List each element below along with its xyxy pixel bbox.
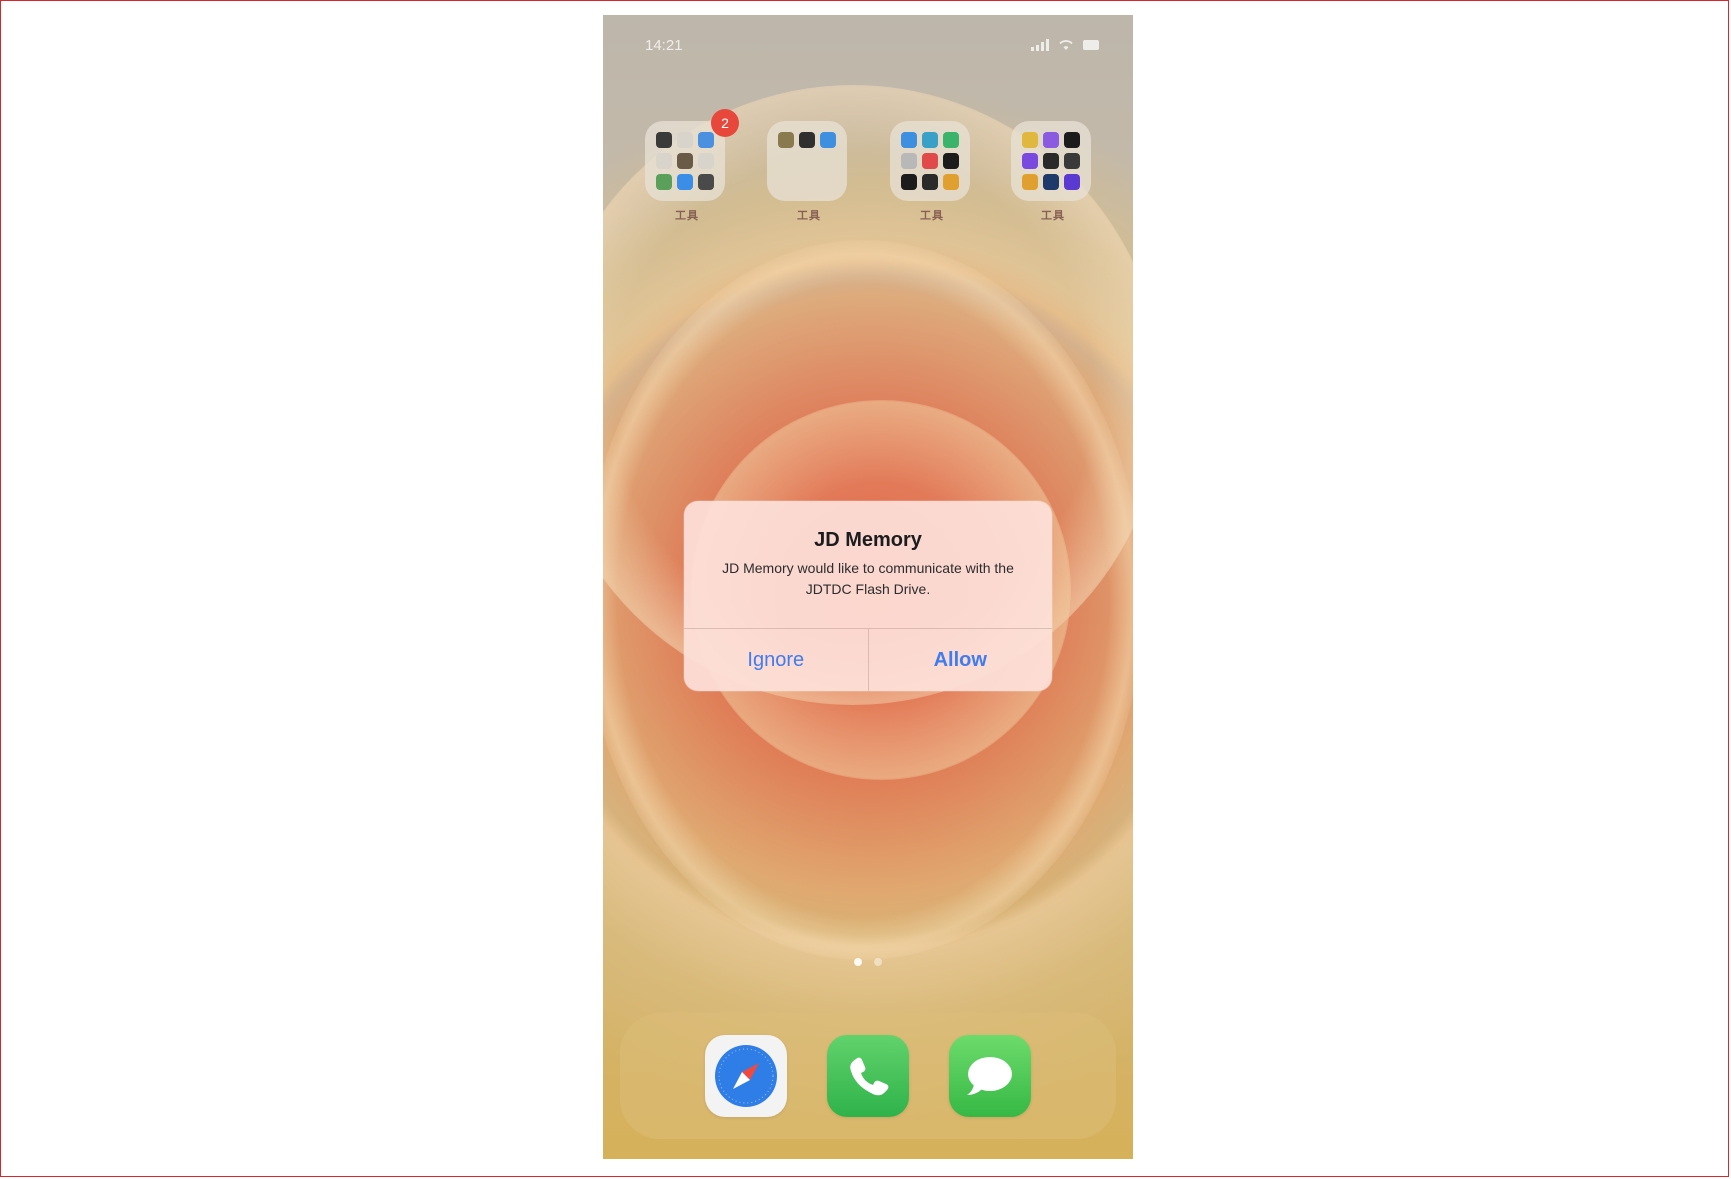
folder-app-icon bbox=[1064, 174, 1080, 190]
folder-app-icon bbox=[698, 153, 714, 169]
folder-app-icon bbox=[698, 174, 714, 190]
phone-screen: 14:21 2 工具 工具 工具 工具 JD Memory JD Memory … bbox=[603, 15, 1133, 1159]
signal-icon bbox=[1031, 39, 1049, 51]
folder-app-icon bbox=[656, 153, 672, 169]
folder-grid bbox=[890, 121, 970, 201]
alert-message: JD Memory would like to communicate with… bbox=[722, 560, 1014, 597]
folder-app-icon bbox=[677, 174, 693, 190]
folder-app-icon bbox=[1043, 174, 1059, 190]
folder-grid: 2 bbox=[645, 109, 739, 201]
folder-app-icon bbox=[943, 132, 959, 148]
notification-badge: 2 bbox=[711, 109, 739, 137]
battery-icon bbox=[1083, 40, 1099, 50]
wifi-icon bbox=[1059, 40, 1073, 50]
alert-title: JD Memory bbox=[814, 529, 922, 551]
folder-app-icon bbox=[901, 174, 917, 190]
safari-app[interactable] bbox=[705, 1035, 787, 1117]
page-indicator[interactable] bbox=[603, 958, 1133, 966]
folder-app-icon bbox=[1043, 153, 1059, 169]
phone-app[interactable] bbox=[827, 1035, 909, 1117]
folder-grid bbox=[767, 121, 847, 201]
folder-app-icon bbox=[799, 132, 815, 148]
folder-app-icon bbox=[1064, 153, 1080, 169]
folder-app-icon bbox=[1064, 132, 1080, 148]
ignore-button[interactable]: Ignore bbox=[684, 629, 869, 691]
folder-app-icon bbox=[922, 174, 938, 190]
folder-app-icon bbox=[820, 132, 836, 148]
status-icons bbox=[1031, 39, 1099, 51]
safari-icon bbox=[715, 1045, 777, 1107]
allow-button[interactable]: Allow bbox=[869, 629, 1053, 691]
folder-app-icon bbox=[656, 132, 672, 148]
app-folder-3[interactable]: 工具 bbox=[890, 121, 974, 223]
folder-app-icon bbox=[778, 132, 794, 148]
folder-app-icon bbox=[698, 132, 714, 148]
folder-app-icon bbox=[943, 174, 959, 190]
folder-app-icon bbox=[922, 132, 938, 148]
app-folder-2[interactable]: 工具 bbox=[767, 121, 851, 223]
folder-app-icon bbox=[943, 153, 959, 169]
folder-app-icon bbox=[677, 132, 693, 148]
status-bar: 14:21 bbox=[603, 35, 1133, 59]
page-dot-active bbox=[854, 958, 862, 966]
folder-app-icon bbox=[656, 174, 672, 190]
folder-app-icon bbox=[677, 153, 693, 169]
folder-app-icon bbox=[1022, 174, 1038, 190]
folder-label: 工具 bbox=[1041, 210, 1065, 222]
dock bbox=[620, 1013, 1116, 1139]
folder-grid bbox=[1011, 121, 1091, 201]
messages-app[interactable] bbox=[949, 1035, 1031, 1117]
phone-icon bbox=[850, 1057, 889, 1096]
app-folder-1[interactable]: 2 工具 bbox=[645, 109, 739, 223]
permission-alert: JD Memory JD Memory would like to commun… bbox=[684, 501, 1052, 691]
folder-label: 工具 bbox=[675, 210, 699, 222]
alert-actions: Ignore Allow bbox=[684, 628, 1052, 691]
folder-app-icon bbox=[901, 153, 917, 169]
page-dot bbox=[874, 958, 882, 966]
status-time: 14:21 bbox=[645, 37, 683, 54]
folder-app-icon bbox=[901, 132, 917, 148]
folder-label: 工具 bbox=[797, 210, 821, 222]
messages-icon bbox=[967, 1057, 1012, 1095]
folder-label: 工具 bbox=[920, 210, 944, 222]
app-folder-4[interactable]: 工具 bbox=[1011, 121, 1095, 223]
folder-app-icon bbox=[1022, 132, 1038, 148]
folder-app-icon bbox=[922, 153, 938, 169]
folder-app-icon bbox=[1043, 132, 1059, 148]
folder-app-icon bbox=[1022, 153, 1038, 169]
